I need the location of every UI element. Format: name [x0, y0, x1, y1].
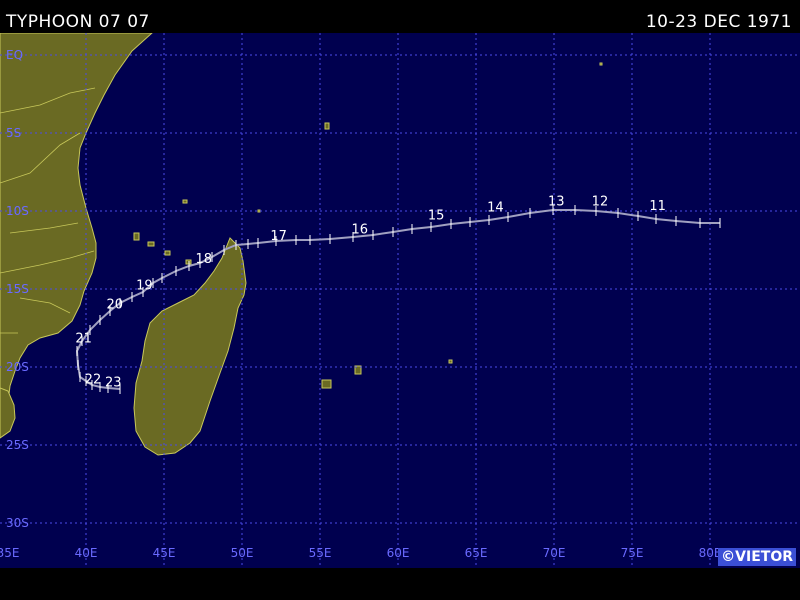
date-range: 10-23 DEC 1971 [645, 12, 792, 32]
track-day-label: 17 [270, 229, 287, 244]
storm-title: TYPHOON 07 07 [6, 12, 150, 32]
lat-label: 30S [6, 516, 29, 530]
track-day-label: 11 [649, 199, 666, 214]
track-day-label: 15 [428, 208, 445, 223]
lat-label: 15S [6, 282, 29, 296]
lat-label: 20S [6, 360, 29, 374]
lon-label: 65E [465, 546, 488, 560]
lon-label: 60E [387, 546, 410, 560]
track-day-label: 12 [592, 194, 609, 209]
lat-label: 25S [6, 438, 29, 452]
track-day-label: 16 [351, 223, 368, 238]
track-day-label: 22 [85, 372, 102, 387]
track-map: EQ 5S 10S 15S 20S 25S 30S 35E 40E 45E 50… [0, 33, 800, 568]
lat-label: 5S [6, 126, 21, 140]
lon-label: 35E [0, 546, 19, 560]
track-day-label: 13 [548, 194, 565, 209]
map-frame: TYPHOON 07 07 10-23 DEC 1971 EQ 5S 10S 1… [0, 0, 800, 600]
lon-label: 40E [75, 546, 98, 560]
lat-label: EQ [6, 48, 23, 62]
lat-label: 10S [6, 204, 29, 218]
lon-label: 45E [153, 546, 176, 560]
track-day-label: 20 [107, 297, 124, 312]
lon-label: 50E [231, 546, 254, 560]
track-day-label: 21 [75, 332, 92, 347]
credit-badge: ©VIETOR [718, 548, 796, 566]
track-day-label: 19 [136, 279, 153, 294]
track-day-label: 23 [105, 375, 122, 390]
track-day-label: 18 [195, 252, 212, 267]
lon-label: 75E [621, 546, 644, 560]
lon-label: 70E [543, 546, 566, 560]
track-day-label: 14 [487, 201, 504, 216]
lon-label: 55E [309, 546, 332, 560]
